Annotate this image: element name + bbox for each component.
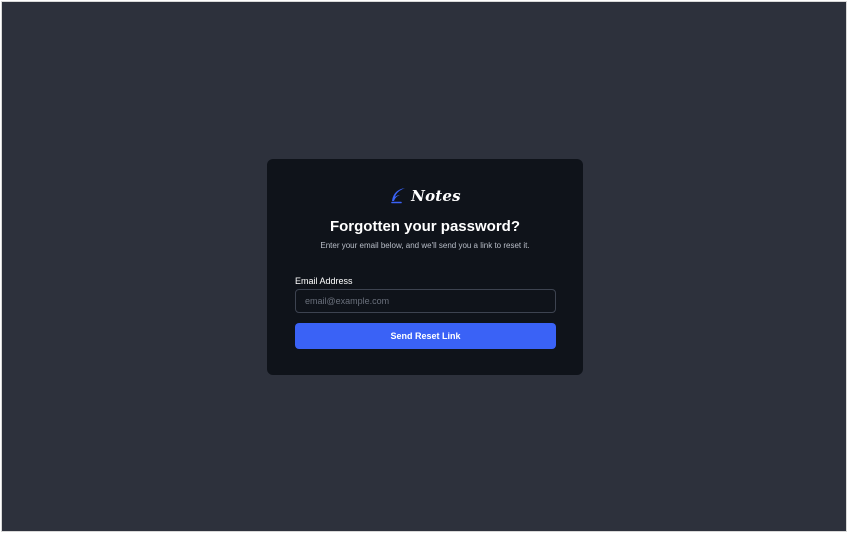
feather-icon [389, 187, 407, 205]
send-reset-link-button[interactable]: Send Reset Link [295, 323, 556, 349]
page-subtitle: Enter your email below, and we'll send y… [320, 241, 530, 250]
email-label: Email Address [295, 276, 353, 286]
email-field[interactable] [295, 289, 556, 313]
brand-logo: Notes [267, 185, 583, 207]
page-title: Forgotten your password? [329, 218, 520, 235]
page-background: Notes Forgotten your password? Enter you… [2, 2, 846, 531]
forgot-password-card: Notes Forgotten your password? Enter you… [267, 159, 583, 375]
brand-name: Notes [411, 187, 461, 205]
